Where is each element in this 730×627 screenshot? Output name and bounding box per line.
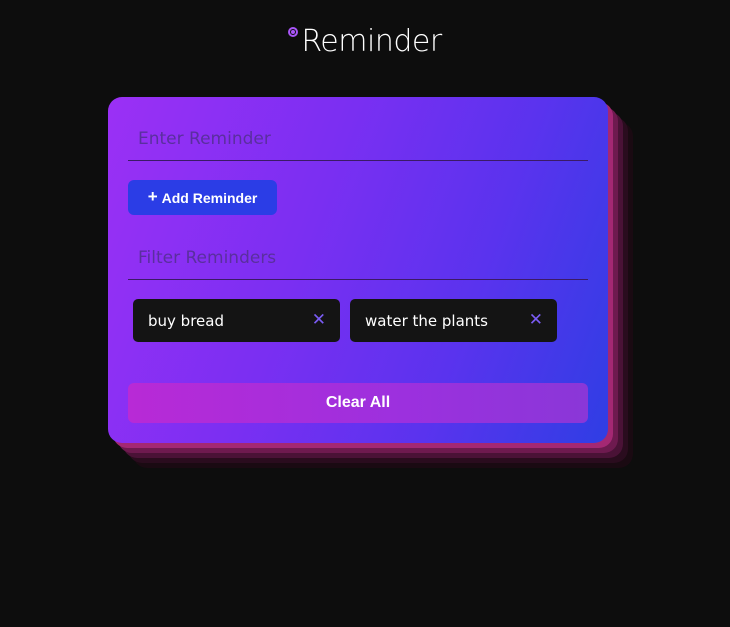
add-reminder-button[interactable]: + Add Reminder <box>128 180 277 215</box>
close-icon[interactable]: ✕ <box>529 312 543 329</box>
clear-all-button[interactable]: Clear All <box>128 383 588 423</box>
filter-input[interactable] <box>128 236 588 279</box>
logo: Reminder <box>288 20 442 64</box>
add-reminder-label: Add Reminder <box>161 189 258 206</box>
app-header: Reminder <box>0 20 730 64</box>
filter-field <box>128 236 588 280</box>
circle-dot-icon <box>288 27 299 37</box>
plus-icon: + <box>147 187 158 206</box>
reminder-field <box>128 117 588 161</box>
reminder-text: water the plants <box>365 311 488 330</box>
close-icon[interactable]: ✕ <box>312 312 326 329</box>
app-title: Reminder <box>301 24 442 59</box>
reminder-card: + Add Reminder buy bread ✕ water the pla… <box>108 97 608 443</box>
reminder-text: buy bread <box>148 311 224 330</box>
reminder-card-stack: + Add Reminder buy bread ✕ water the pla… <box>108 97 633 468</box>
reminder-chip: buy bread ✕ <box>133 299 340 342</box>
reminder-input[interactable] <box>128 117 588 160</box>
reminder-chip: water the plants ✕ <box>350 299 557 342</box>
